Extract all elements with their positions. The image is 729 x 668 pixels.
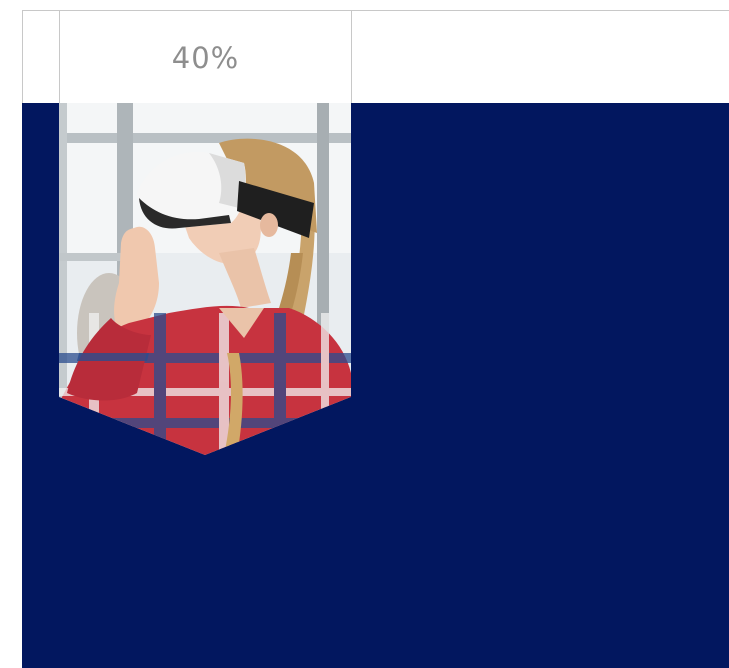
vr-headset-photo [59, 103, 351, 455]
stat-cell-empty [351, 11, 729, 104]
stat-row: 40% [22, 10, 729, 104]
page: 40% [0, 0, 729, 668]
stat-value: 40% [171, 41, 240, 75]
stat-cell: 40% [59, 11, 351, 104]
vr-headset-girl-illustration [59, 103, 351, 455]
feature-panel [22, 103, 729, 668]
stat-cell-spacer [22, 11, 59, 104]
